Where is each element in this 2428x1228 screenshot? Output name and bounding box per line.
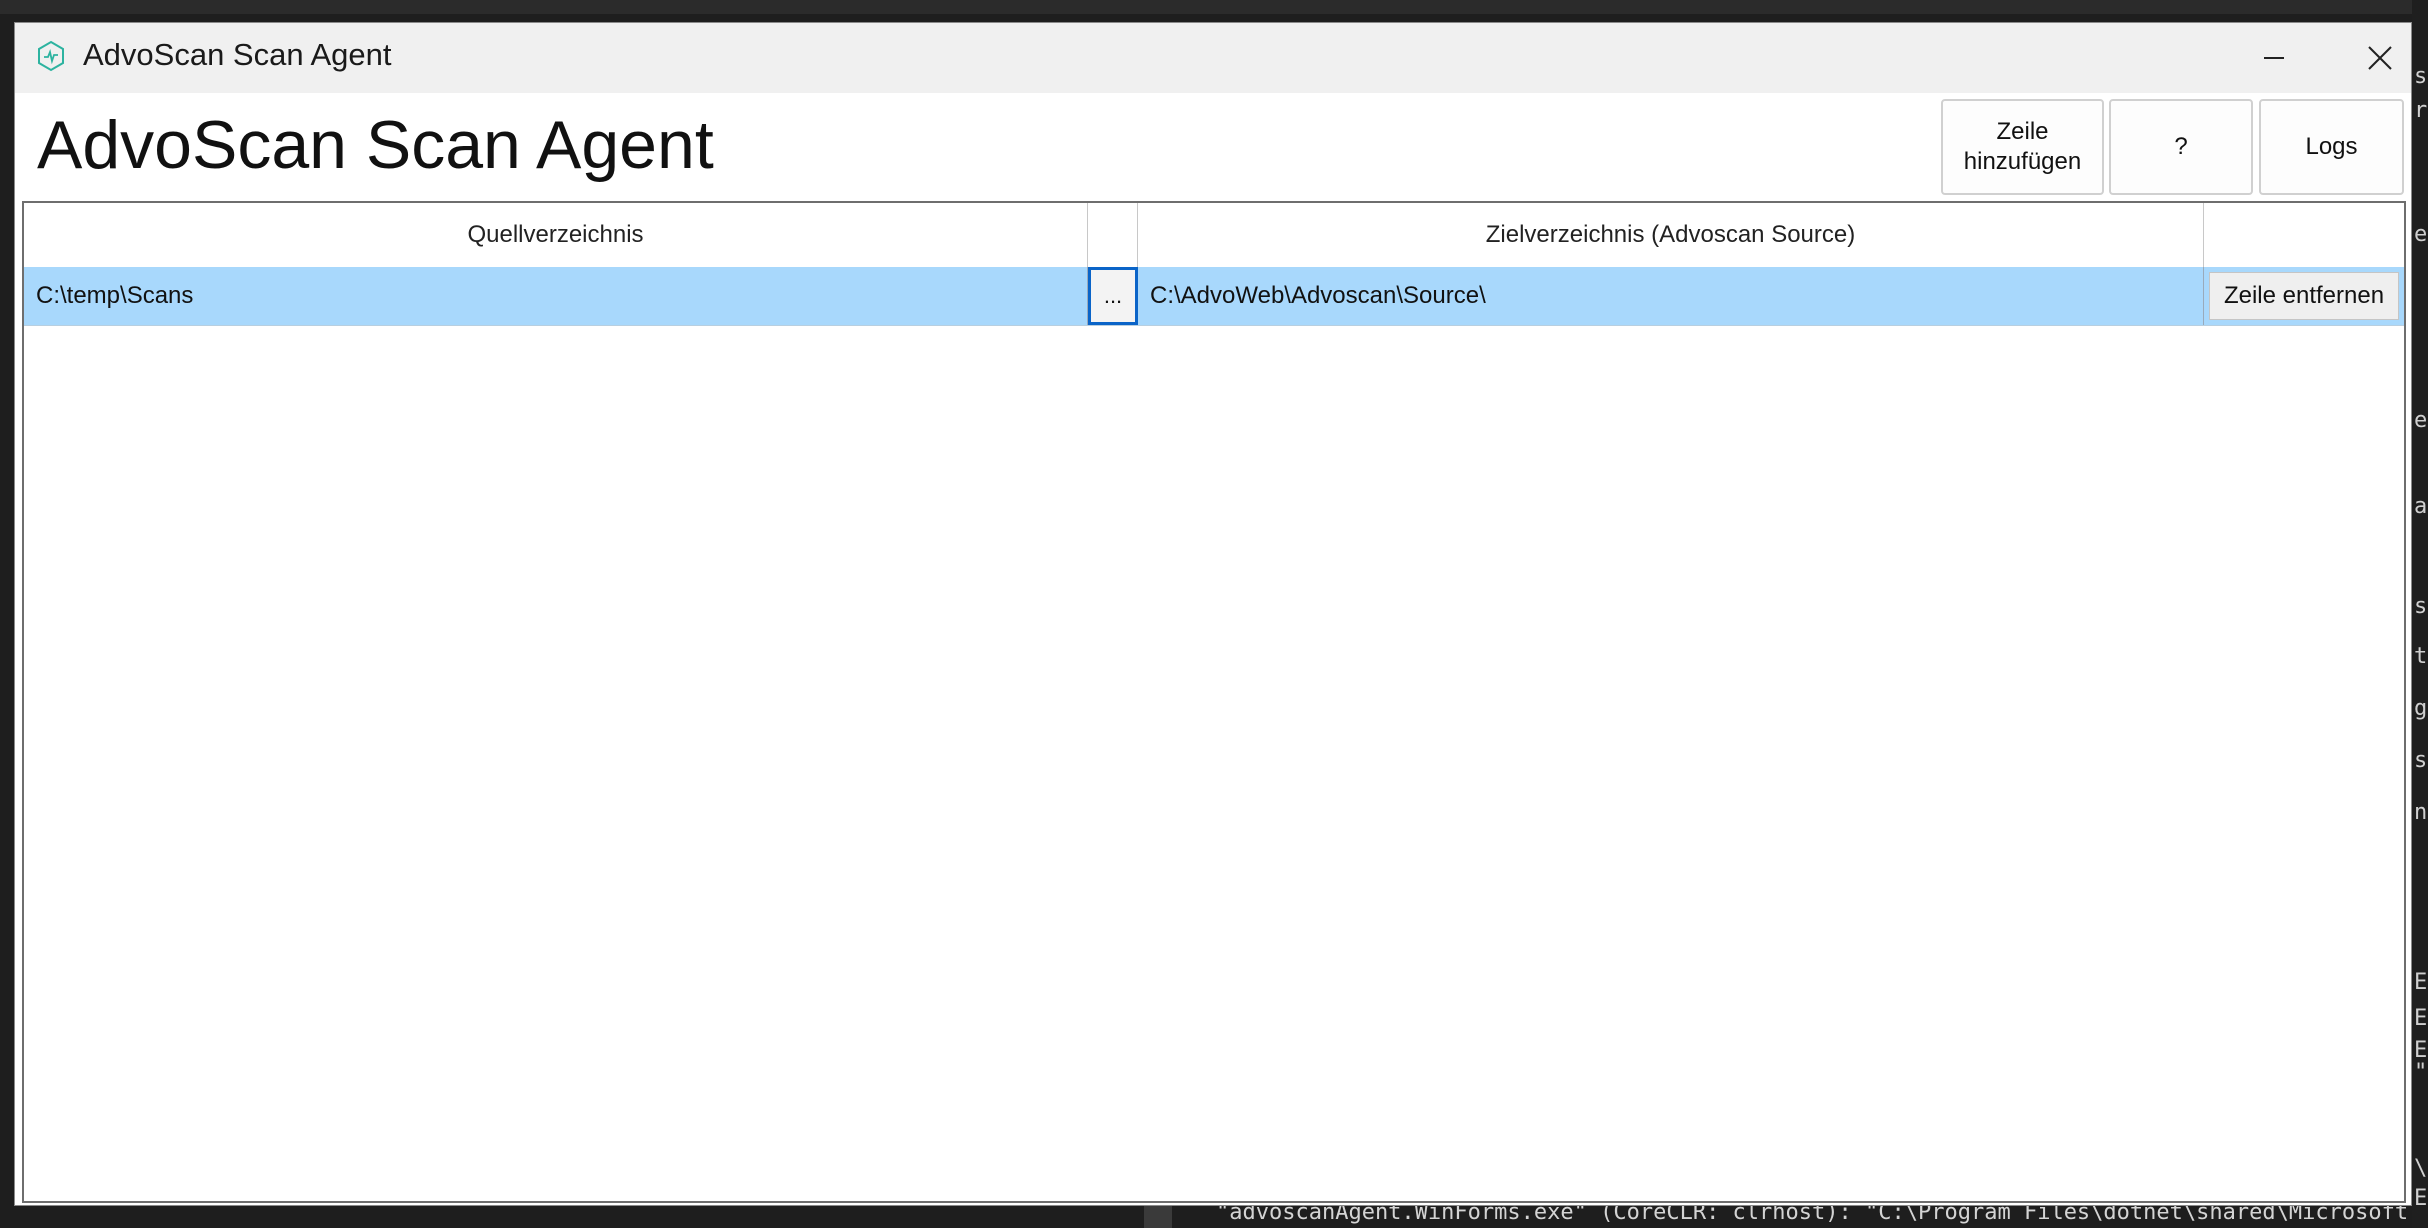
- action-cell: Zeile entfernen: [2204, 267, 2404, 325]
- background-ide-strip: [0, 0, 2428, 14]
- background-code-fragment: g: [2414, 696, 2428, 721]
- column-header-target[interactable]: Zielverzeichnis (Advoscan Source): [1138, 203, 2204, 267]
- background-code-fragment: a: [2414, 494, 2428, 519]
- help-button-label: ?: [2174, 133, 2188, 160]
- add-row-button-label: Zeile hinzufügen: [1963, 118, 2082, 175]
- background-code-fragment: e: [2414, 408, 2428, 433]
- background-code-fragment: nt: [2414, 800, 2428, 825]
- logs-button-label: Logs: [2305, 133, 2358, 160]
- app-window: AdvoScan Scan Agent AdvoScan Scan Agent …: [14, 22, 2412, 1206]
- close-button[interactable]: [2335, 23, 2425, 93]
- directory-grid[interactable]: Quellverzeichnis Zielverzeichnis (Advosc…: [22, 201, 2406, 1203]
- grid-header: Quellverzeichnis Zielverzeichnis (Advosc…: [24, 203, 2404, 268]
- logs-button[interactable]: Logs: [2259, 99, 2404, 195]
- title-bar[interactable]: AdvoScan Scan Agent: [15, 23, 2411, 93]
- background-code-fragment: re: [2414, 98, 2428, 123]
- background-code-fragment: ei: [2414, 222, 2428, 247]
- background-code-fragment: to: [2414, 644, 2428, 669]
- background-code-fragment: E: [2414, 1006, 2428, 1031]
- source-directory-cell[interactable]: C:\temp\Scans: [24, 267, 1088, 325]
- minimize-button[interactable]: [2229, 23, 2319, 93]
- target-directory-cell[interactable]: C:\AdvoWeb\Advoscan\Source\: [1138, 267, 2204, 325]
- browse-button[interactable]: ...: [1088, 267, 1138, 325]
- remove-row-button[interactable]: Zeile entfernen: [2209, 272, 2399, 320]
- background-ide-editor: st re ei e a ss to g sla nt E E E " \ E: [2412, 0, 2428, 1228]
- page-title: AdvoScan Scan Agent: [37, 107, 714, 183]
- window-title: AdvoScan Scan Agent: [83, 37, 392, 72]
- table-row[interactable]: C:\temp\Scans ... C:\AdvoWeb\Advoscan\So…: [24, 267, 2404, 326]
- background-code-fragment: sla: [2414, 748, 2428, 773]
- column-header-browse[interactable]: [1088, 203, 1138, 267]
- background-output-line: "advoscanAgent.WinForms.exe" (CoreCLR: c…: [1216, 1206, 2412, 1225]
- minimize-icon: [2264, 57, 2284, 59]
- close-icon: [2368, 46, 2392, 70]
- background-code-fragment: ss: [2414, 594, 2428, 619]
- background-code-fragment: E: [2414, 1186, 2428, 1211]
- background-output-panel: "advoscanAgent.WinForms.exe" (CoreCLR: c…: [0, 1206, 2412, 1228]
- help-button[interactable]: ?: [2109, 99, 2253, 195]
- column-header-action[interactable]: [2204, 203, 2404, 267]
- column-header-source[interactable]: Quellverzeichnis: [24, 203, 1088, 267]
- background-code-fragment: E: [2414, 970, 2428, 995]
- background-code-fragment: ": [2414, 1060, 2428, 1085]
- background-scrollbar: [1144, 1206, 1172, 1228]
- background-code-fragment: \: [2414, 1156, 2428, 1181]
- app-logo-icon: [38, 40, 64, 72]
- add-row-button[interactable]: Zeile hinzufügen: [1941, 99, 2104, 195]
